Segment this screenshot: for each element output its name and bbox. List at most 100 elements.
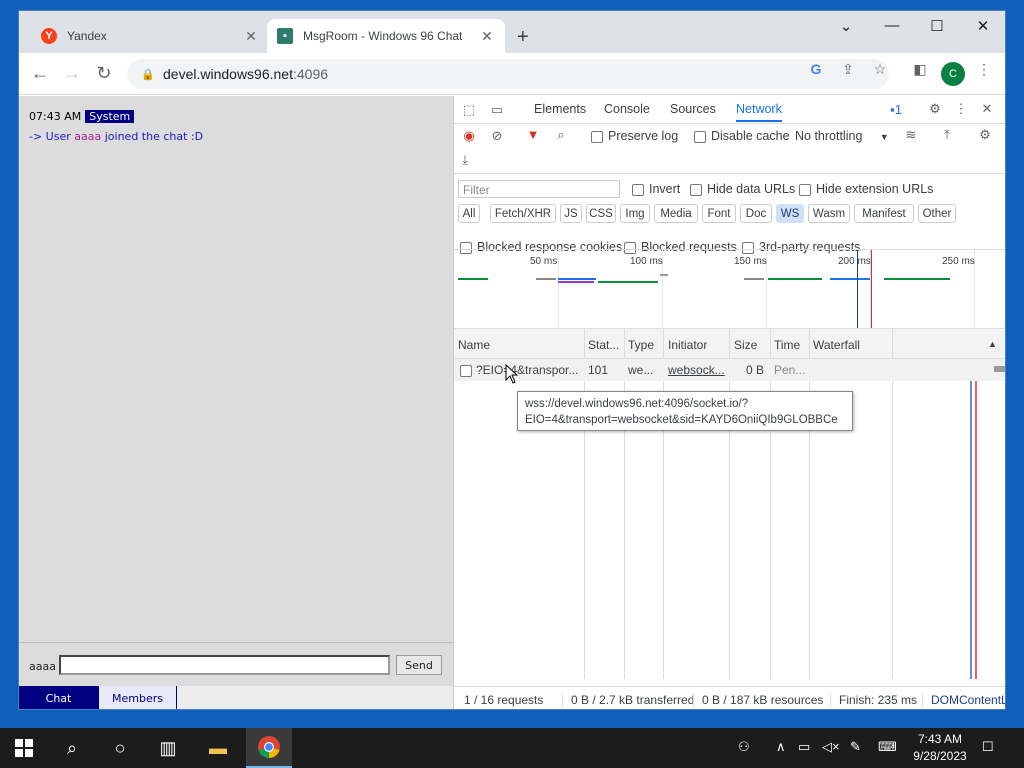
system-clock[interactable]: 7:43 AM 9/28/2023 [908, 731, 972, 765]
row-checkbox[interactable] [460, 363, 477, 377]
join-message: -> User aaaa joined the chat :D [29, 130, 203, 143]
type-filter-wasm[interactable]: Wasm [808, 204, 850, 223]
request-type: we... [628, 363, 654, 377]
type-filter-ws[interactable]: WS [776, 204, 804, 223]
tab-search-icon[interactable]: ⌄ [831, 17, 861, 35]
download-har-icon[interactable]: ⤓ [456, 152, 474, 168]
back-button[interactable]: ← [28, 63, 52, 84]
column-divider [729, 329, 730, 679]
disable-cache-checkbox[interactable]: Disable cache [694, 129, 790, 143]
tab-msgroom[interactable]: ▪ MsgRoom - Windows 96 Chat ✕ [267, 19, 505, 53]
request-url-tooltip: wss://devel.windows96.net:4096/socket.io… [517, 391, 853, 431]
cortana-icon[interactable]: ○ [106, 736, 134, 760]
type-filter-css[interactable]: CSS [586, 204, 616, 223]
type-filter-js[interactable]: JS [560, 204, 582, 223]
close-window-button[interactable]: ✕ [968, 17, 998, 35]
settings-gear-icon[interactable]: ⚙ [926, 101, 944, 117]
keyboard-icon[interactable]: ⌨ [878, 739, 897, 755]
more-options-icon[interactable]: ⋮ [952, 101, 970, 117]
request-name[interactable]: ?EIO=4&transpor... [476, 363, 582, 377]
share-icon[interactable]: ⇪ [838, 61, 858, 78]
dom-content-loaded-line [970, 359, 972, 679]
search-icon[interactable]: ⌕ [58, 736, 86, 760]
send-button[interactable]: Send [396, 655, 442, 675]
lock-icon: 🔒 [141, 69, 155, 81]
timeline-bar [558, 281, 594, 283]
forward-button[interactable]: → [60, 63, 84, 84]
column-initiator[interactable]: Initiator [668, 338, 707, 352]
show-hidden-icons[interactable]: ∧ [776, 739, 786, 755]
hide-extension-urls-checkbox[interactable]: Hide extension URLs [799, 182, 933, 196]
clear-icon[interactable]: ⊘ [488, 128, 506, 144]
volume-muted-icon[interactable]: ◁× [822, 739, 840, 755]
column-time[interactable]: Time [774, 338, 800, 352]
hide-ext-urls-label: Hide extension URLs [816, 182, 934, 196]
close-tab-icon[interactable]: ✕ [243, 28, 259, 45]
load-line [975, 359, 977, 679]
disable-cache-label: Disable cache [711, 129, 790, 143]
filter-funnel-icon[interactable]: ▼ [524, 127, 542, 142]
tab-chat[interactable]: Chat [19, 686, 99, 709]
notifications-icon[interactable]: ☐ [982, 739, 994, 755]
type-filter-doc[interactable]: Doc [740, 204, 772, 223]
search-icon[interactable]: ⌕ [552, 127, 570, 143]
upload-har-icon[interactable]: ⤒ [938, 127, 956, 143]
filter-input[interactable]: Filter [458, 180, 620, 198]
column-waterfall[interactable]: Waterfall [813, 338, 860, 352]
tab-console[interactable]: Console [604, 102, 650, 116]
address-bar[interactable]: 🔒 devel.windows96.net:4096 [127, 59, 889, 89]
tab-elements[interactable]: Elements [534, 102, 586, 116]
task-view-icon[interactable]: ▥ [154, 736, 182, 760]
file-explorer-icon[interactable]: ▬ [204, 736, 232, 760]
request-initiator[interactable]: websock... [668, 363, 725, 377]
type-filter-all[interactable]: All [458, 204, 480, 223]
maximize-button[interactable]: ☐ [922, 17, 952, 35]
device-toolbar-icon[interactable]: ▭ [488, 102, 506, 118]
preserve-log-checkbox[interactable]: Preserve log [591, 129, 678, 143]
type-filter-media[interactable]: Media [654, 204, 698, 223]
type-filter-font[interactable]: Font [702, 204, 736, 223]
type-filter-manifest[interactable]: Manifest [854, 204, 914, 223]
tab-network[interactable]: Network [736, 102, 782, 122]
network-settings-icon[interactable]: ⚙ [976, 127, 994, 143]
column-size[interactable]: Size [734, 338, 757, 352]
hide-data-urls-checkbox[interactable]: Hide data URLs [690, 182, 795, 196]
avatar[interactable]: C [941, 62, 965, 86]
tab-yandex[interactable]: Y Yandex ✕ [31, 19, 269, 53]
timeline-overview[interactable]: 50 ms 100 ms 150 ms 200 ms 250 ms [454, 249, 1005, 329]
network-conditions-icon[interactable]: ≋ [902, 127, 920, 143]
issues-icon[interactable]: ▪1 [884, 102, 908, 117]
column-type[interactable]: Type [628, 338, 654, 352]
bookmark-star-icon[interactable]: ☆ [870, 61, 890, 78]
chrome-icon [258, 736, 280, 758]
windows-start-icon[interactable] [10, 736, 38, 760]
tab-sources[interactable]: Sources [670, 102, 716, 116]
record-icon[interactable]: ◉ [460, 128, 478, 144]
composer: aaaa Send [19, 642, 453, 686]
type-filter-img[interactable]: Img [620, 204, 650, 223]
people-icon[interactable]: ⚇ [738, 739, 750, 755]
invert-checkbox[interactable]: Invert [632, 182, 680, 196]
side-panel-icon[interactable]: ◧ [910, 61, 930, 78]
tooltip-line: wss://devel.windows96.net:4096/socket.io… [525, 398, 749, 410]
close-devtools-icon[interactable]: ✕ [978, 101, 996, 117]
type-filter-fetch-xhr[interactable]: Fetch/XHR [490, 204, 556, 223]
inspect-element-icon[interactable]: ⬚ [460, 102, 478, 118]
column-status[interactable]: Stat... [588, 338, 619, 352]
type-filter-other[interactable]: Other [918, 204, 956, 223]
column-name[interactable]: Name [458, 338, 490, 352]
tab-members[interactable]: Members [99, 686, 177, 709]
reload-button[interactable]: ↻ [92, 63, 116, 84]
chrome-taskbar-icon[interactable] [246, 728, 292, 768]
new-tab-button[interactable]: + [517, 26, 529, 49]
close-tab-icon[interactable]: ✕ [479, 28, 495, 45]
pen-icon[interactable]: ✎ [850, 739, 861, 755]
google-lens-icon[interactable]: G [806, 61, 826, 77]
sort-up-icon[interactable]: ▲ [988, 339, 997, 349]
network-icon[interactable]: ▭ [798, 739, 810, 755]
table-row[interactable]: ?EIO=4&transpor... 101 we... websock... … [454, 359, 1005, 381]
throttling-select[interactable]: No throttling ▼ [795, 129, 889, 143]
message-input[interactable] [59, 655, 390, 675]
menu-icon[interactable]: ⋮ [974, 61, 994, 78]
minimize-button[interactable]: — [877, 17, 907, 34]
